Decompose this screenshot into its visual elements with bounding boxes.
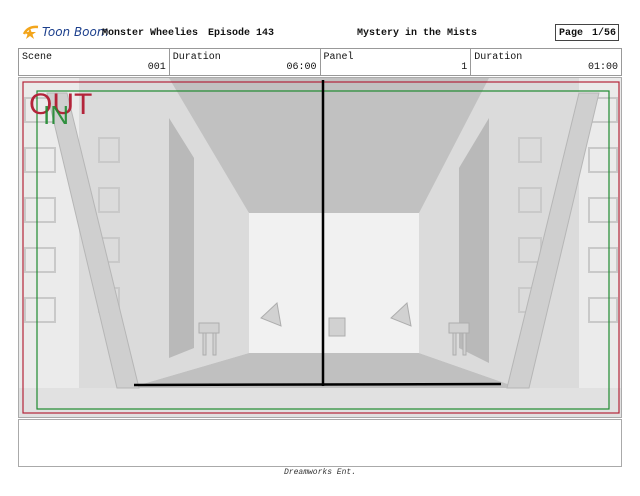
page-label: Page [559,28,584,39]
toon-boom-logo: Toon Boom [22,24,109,40]
scene-duration-value: 06:00 [286,62,317,73]
star-swirl-icon [22,25,39,39]
page-value: 1/56 [591,28,616,39]
in-label: IN [43,100,69,130]
panel-cell: Panel 1 [321,49,472,75]
scene-duration-cell: Duration 06:00 [170,49,321,75]
logo-text: Toon Boom [42,25,109,39]
panel-value: 1 [461,62,468,73]
panel-duration-value: 01:00 [587,62,618,73]
episode-number: Episode 143 [208,28,275,39]
scene-label: Scene [22,52,53,63]
show-title: Monster Wheelies [102,28,199,39]
studio-footer: Dreamworks Ent. [283,468,356,477]
scene-value: 001 [147,62,166,73]
camera-ground-line [133,382,502,387]
storyboard-panel[interactable]: OUT IN [18,77,622,418]
panel-drawing [19,78,621,417]
page-counter: Page 1/56 [555,24,619,41]
storyboard-header: Toon Boom Monster Wheelies Episode 143 M… [18,20,622,48]
panel-duration-label: Duration [474,52,523,63]
scene-duration-label: Duration [172,52,221,63]
panel-notes-area[interactable] [18,419,622,467]
scene-cell: Scene 001 [19,49,170,75]
panel-info-bar: Scene 001 Duration 06:00 Panel 1 Duratio… [18,48,622,76]
panel-duration-cell: Duration 01:00 [471,49,621,75]
panel-label: Panel [323,52,354,63]
episode-title: Mystery in the Mists [357,28,478,39]
